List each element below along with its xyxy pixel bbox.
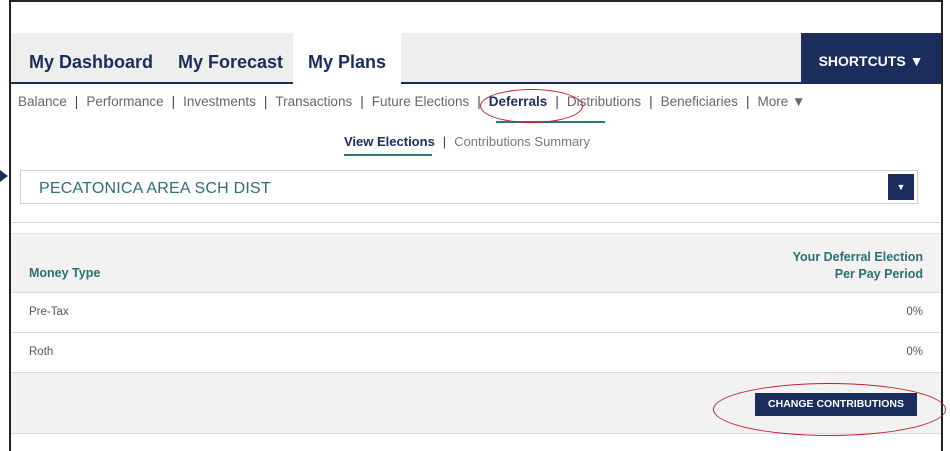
tab-my-plans[interactable]: My Plans [293,33,401,84]
subsubnav-active-underline [344,154,432,156]
plan-dropdown[interactable]: PECATONICA AREA SCH DIST ▼ [20,170,918,204]
tab-contributions-summary[interactable]: Contributions Summary [454,134,590,149]
shortcuts-button[interactable]: SHORTCUTS ▼ [801,33,941,82]
column-header-line: Your Deferral Election [792,250,923,264]
column-header-line: Per Pay Period [834,267,923,281]
subnav-separator: | [74,94,79,109]
subnav-separator: | [745,94,750,109]
pointer-arrow-icon [0,170,8,182]
subnav-item-balance[interactable]: Balance [18,94,67,109]
chevron-down-icon[interactable]: ▼ [888,174,914,200]
column-header-deferral-election: Your Deferral Election Per Pay Period [793,249,923,283]
money-type-cell: Pre-Tax [29,306,69,318]
tab-view-elections[interactable]: View Elections [344,134,435,149]
subnav-item-beneficiaries[interactable]: Beneficiaries [661,94,738,109]
election-cell: 0% [906,346,923,358]
subnav-item-deferrals[interactable]: Deferrals [489,94,548,109]
table-actions: CHANGE CONTRIBUTIONS [11,373,941,434]
subnav-item-performance[interactable]: Performance [86,94,163,109]
tab-my-dashboard[interactable]: My Dashboard [29,33,153,82]
top-navigation: My Dashboard My Forecast My Plans SHORTC… [11,33,941,84]
section-divider [11,222,941,223]
change-contributions-button[interactable]: CHANGE CONTRIBUTIONS [755,393,917,416]
subnav-separator: | [649,94,653,109]
table-header: Money Type Your Deferral Election Per Pa… [11,233,941,293]
subnav-item-investments[interactable]: Investments [183,94,256,109]
subnav-separator: | [477,94,481,109]
subsubnav-separator: | [442,134,447,149]
subnav-separator: | [263,94,268,109]
subnav-separator: | [555,94,559,109]
subnav-separator: | [171,94,176,109]
subnav-separator: | [360,94,364,109]
deferral-elections-table: Money Type Your Deferral Election Per Pa… [11,233,941,434]
subnav-item-more[interactable]: More ▼ [757,94,805,109]
tab-my-forecast[interactable]: My Forecast [178,33,283,82]
subnav-active-underline [496,121,605,123]
plan-subnav: Balance | Performance | Investments | Transact… [18,94,805,114]
election-cell: 0% [906,306,923,318]
column-header-money-type: Money Type [29,266,101,280]
deferrals-subnav: View Elections | Contributions Summary [344,134,590,149]
money-type-cell: Roth [29,346,54,358]
table-row: Roth 0% [11,333,941,373]
plan-dropdown-value: PECATONICA AREA SCH DIST [39,180,271,197]
subnav-item-distributions[interactable]: Distributions [567,94,641,109]
table-row: Pre-Tax 0% [11,293,941,333]
subnav-item-future-elections[interactable]: Future Elections [372,94,470,109]
subnav-item-transactions[interactable]: Transactions [275,94,352,109]
